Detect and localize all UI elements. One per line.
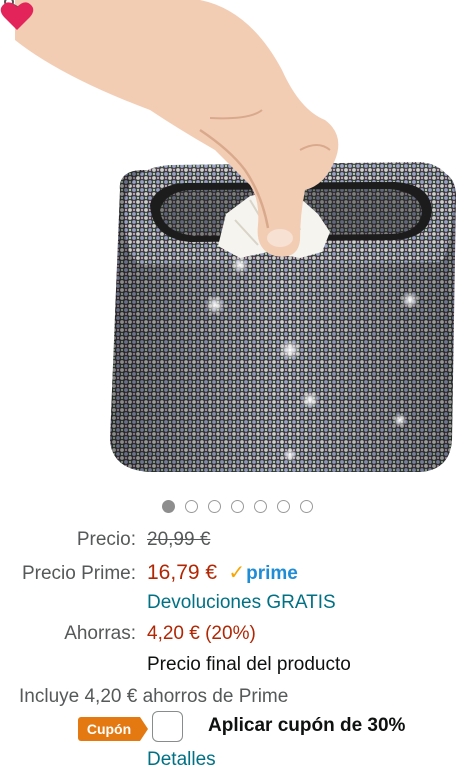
coupon-details-link[interactable]: Detalles [147,748,216,772]
prime-price-group: 16,79 € ✓ prime [147,561,298,586]
list-price-value: 20,99 € [147,529,211,550]
prime-price-label: Precio Prime: [21,563,136,584]
carousel-dot[interactable] [162,500,175,513]
carousel-dot[interactable] [300,500,313,513]
prime-logo: ✓ prime [228,561,298,586]
list-price-label: Precio: [76,529,136,550]
carousel-dot[interactable] [277,500,290,513]
apply-coupon-label[interactable]: Aplicar cupón de 30% [208,715,405,737]
prime-check-icon: ✓ [228,562,246,584]
product-photo [15,0,456,472]
savings-value: 4,20 € (20%) [147,623,256,644]
prime-savings-note: Incluye 4,20 € ahorros de Prime [19,686,289,707]
coupon-badge: Cupón [78,717,148,741]
image-carousel-dots[interactable] [0,500,475,516]
carousel-dot[interactable] [254,500,267,513]
prime-price-value: 16,79 € [147,561,218,584]
carousel-dot[interactable] [208,500,221,513]
coupon-checkbox[interactable] [152,711,183,742]
product-image-gallery[interactable] [0,0,475,490]
savings-label: Ahorras: [64,623,136,644]
carousel-dot[interactable] [231,500,244,513]
heart-icon[interactable] [0,0,34,32]
free-returns-link[interactable]: Devoluciones GRATIS [147,591,336,615]
carousel-dot[interactable] [185,500,198,513]
final-price-note: Precio final del producto [147,654,351,675]
prime-logo-text: prime [246,563,298,584]
